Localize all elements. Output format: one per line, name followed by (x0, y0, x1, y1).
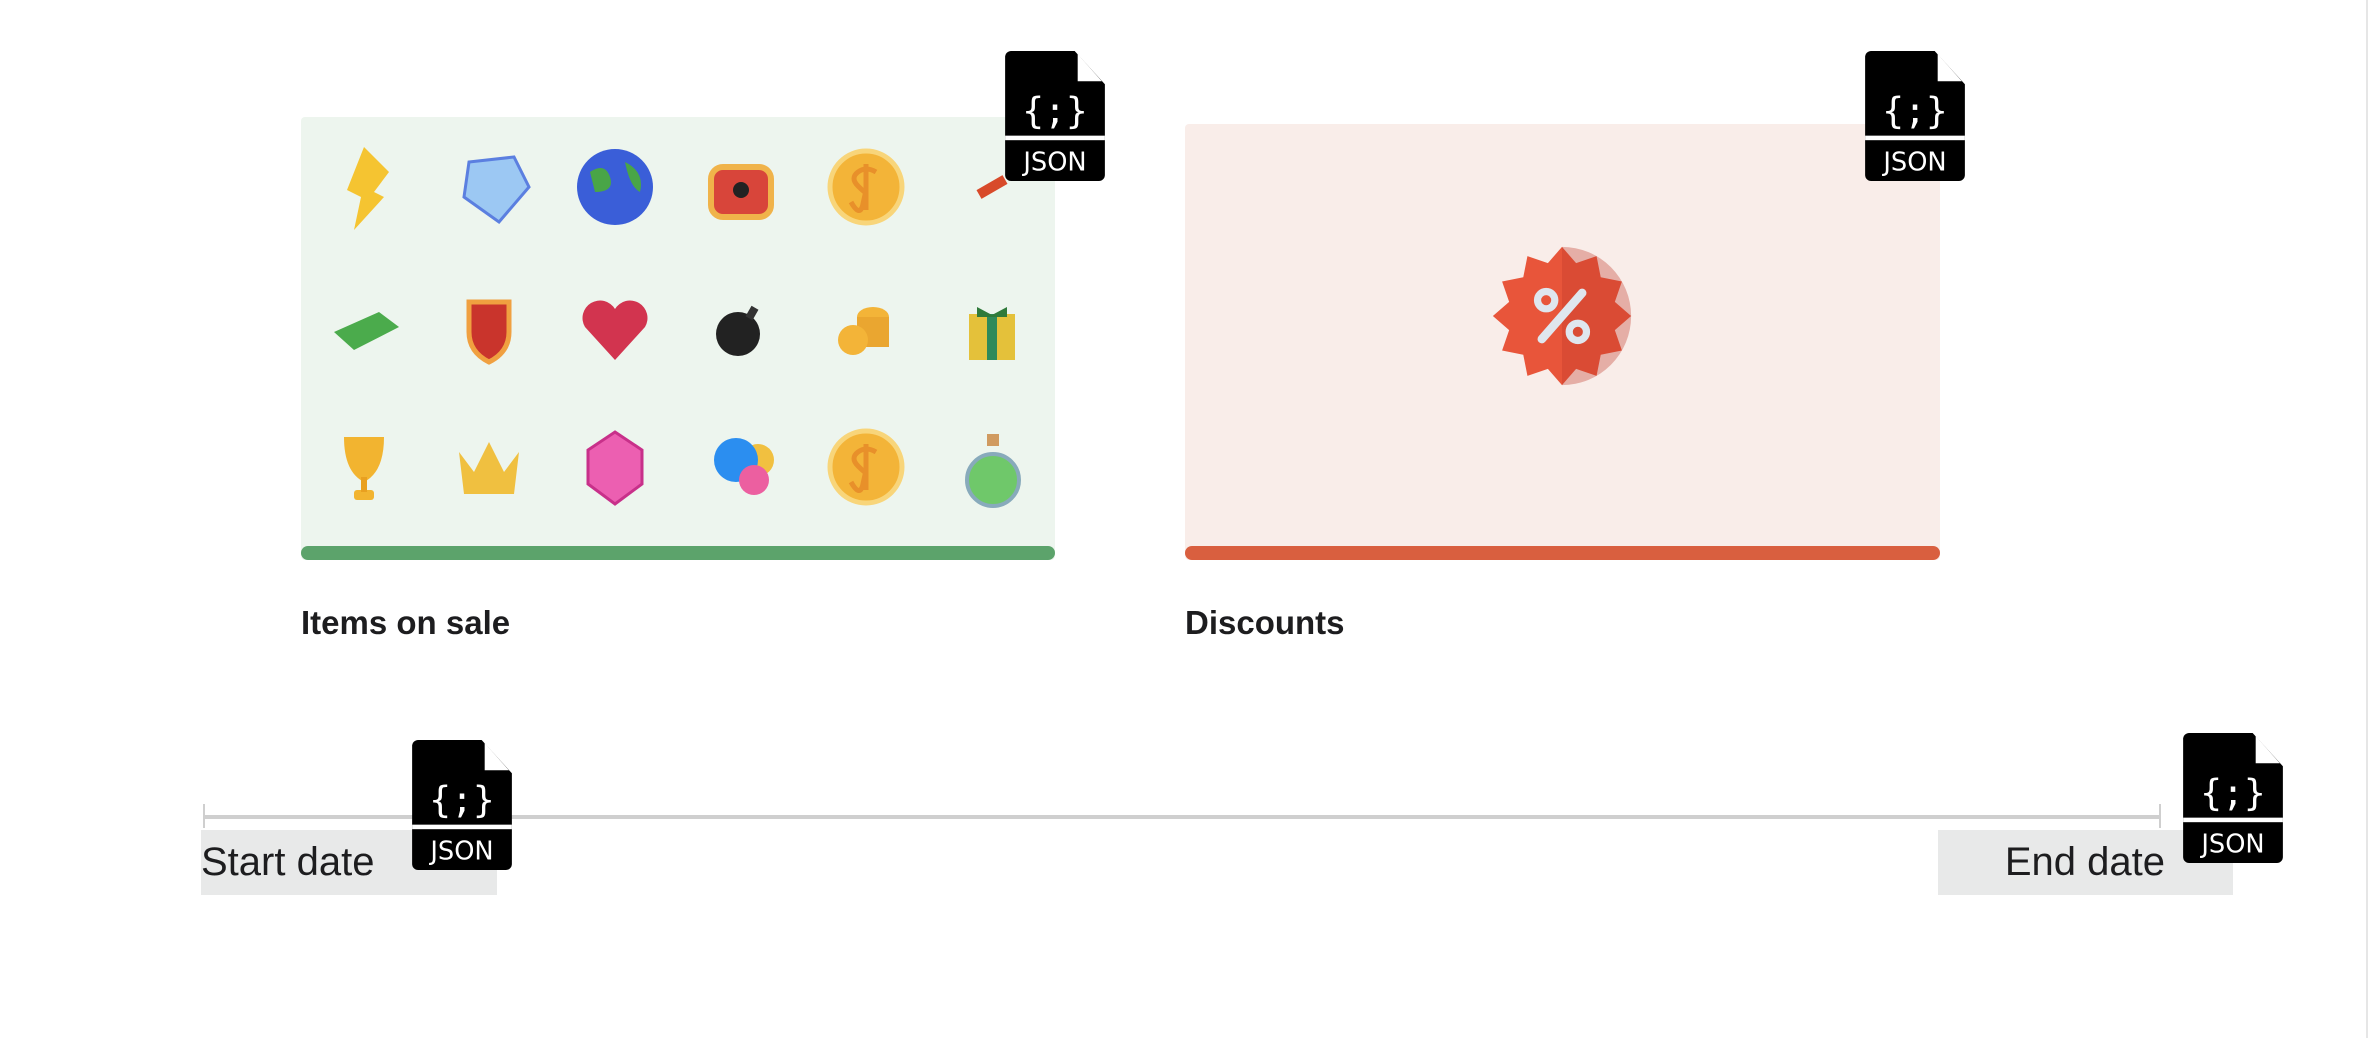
item-cash-stack-icon (301, 257, 427, 397)
item-bomb-icon (678, 257, 804, 397)
svg-text:{;}: {;} (429, 779, 495, 822)
json-icon-label: JSON (2199, 829, 2264, 859)
items-on-sale-card[interactable] (301, 117, 1055, 560)
timeline-start-tick (203, 804, 205, 828)
item-diamond-icon (427, 117, 553, 257)
item-trophy-icon (301, 397, 427, 537)
item-coin-stack-icon (804, 257, 930, 397)
item-pink-gem-icon (552, 397, 678, 537)
json-icon-label: JSON (1021, 147, 1086, 177)
scrollbar[interactable] (2366, 0, 2368, 1038)
json-file-icon[interactable]: {;} JSON (412, 740, 512, 870)
svg-text:{;}: {;} (1022, 90, 1088, 133)
items-grid (301, 117, 1055, 537)
item-treasure-chest-icon (678, 117, 804, 257)
json-icon-label: JSON (428, 836, 493, 866)
item-gold-coin-icon (804, 117, 930, 257)
json-file-icon[interactable]: {;} JSON (1005, 51, 1105, 181)
item-gold-coin-icon (804, 397, 930, 537)
item-crown-icon (427, 397, 553, 537)
svg-text:{;}: {;} (1882, 90, 1948, 133)
json-file-icon[interactable]: {;} JSON (2183, 733, 2283, 863)
discount-percent-badge-icon (1492, 246, 1632, 386)
discounts-card[interactable] (1185, 124, 1940, 560)
discounts-label: Discounts (1185, 604, 1345, 641)
item-shield-icon (427, 257, 553, 397)
item-heart-icon (552, 257, 678, 397)
json-icon-label: JSON (1881, 147, 1946, 177)
svg-text:{;}: {;} (2200, 772, 2266, 815)
json-file-icon[interactable]: {;} JSON (1865, 51, 1965, 181)
item-orbs-icon (678, 397, 804, 537)
items-on-sale-label: Items on sale (301, 604, 511, 641)
timeline-end-tick (2159, 804, 2161, 828)
item-lightning-crystal-icon (301, 117, 427, 257)
item-potion-icon (929, 397, 1055, 537)
item-globe-icon (552, 117, 678, 257)
item-gift-box-icon (929, 257, 1055, 397)
end-date-label: End date (2004, 840, 2165, 884)
discounts-card-accent-bar (1185, 546, 1940, 560)
items-card-accent-bar (301, 546, 1055, 560)
